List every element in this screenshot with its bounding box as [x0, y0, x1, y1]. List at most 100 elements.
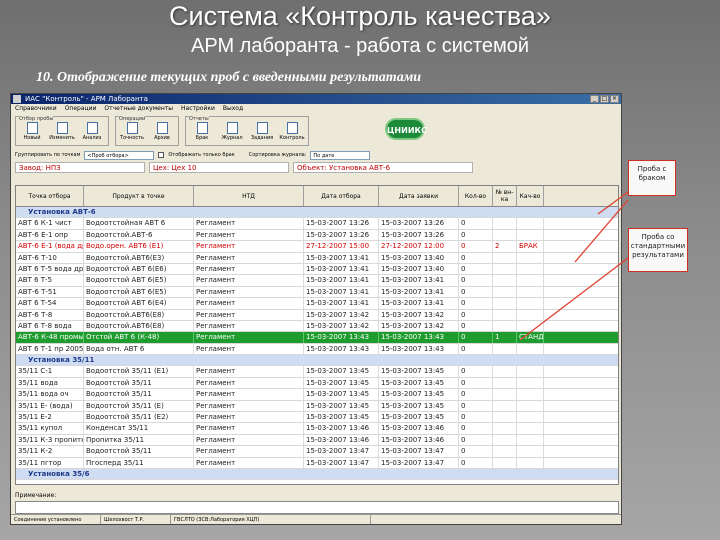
- table-row[interactable]: 35/11 вода Водоотстой 35/11 Регламент 15-03…: [16, 377, 618, 390]
- table-cell: [493, 252, 517, 263]
- table-row[interactable]: АВТ 6 Т-1 пр 2005 Вода отн. АВТ 6 Регламен…: [16, 343, 618, 356]
- table-cell: АВТ-6 К-48 промыт: [18, 332, 84, 343]
- table-row[interactable]: АВТ 6 Т-5 вода др Водоотстой АВТ 6(Е6) Рег…: [16, 263, 618, 276]
- minimize-button[interactable]: _: [590, 95, 599, 103]
- menu-item-references[interactable]: Справочники: [15, 104, 57, 114]
- menu-item-exit[interactable]: Выход: [223, 104, 243, 114]
- table-row[interactable]: 35/11 С-1 Водоотстой 35/11 (Е1) Регламент 1…: [16, 366, 618, 378]
- journal-button[interactable]: Журнал: [218, 119, 246, 143]
- table-row[interactable]: 35/11 Е-2 Водоотстой 35/11 (Е2) Регламент 1…: [16, 412, 618, 424]
- group-by-select[interactable]: <Проб отбора>: [84, 150, 155, 160]
- table-cell: Водоотстой 35/11: [84, 446, 194, 457]
- archive-button[interactable]: Архив: [148, 119, 176, 143]
- table-cell: 35/11 пгтор: [16, 457, 84, 468]
- table-row[interactable]: 35/11 купол Конденсат 35/11 Регламент 15-03…: [16, 423, 618, 435]
- table-cell: 27-12-2007 12:00: [379, 241, 459, 252]
- table-row[interactable]: АВТ-6 Е-1 (вода др. Водо.орен. АВТ6 (Е1) Р…: [16, 241, 618, 253]
- table-cell: 0: [459, 377, 493, 389]
- toolbar-group-reports: Отчеты Брак Журнал Задания Контроль: [185, 116, 309, 146]
- maximize-button[interactable]: □: [600, 95, 609, 103]
- table-row[interactable]: АВТ 6 Т-8 вода Водоотстой.АВТ6(Е8) Регламе…: [16, 320, 618, 333]
- table-cell: [493, 400, 517, 412]
- column-header[interactable]: Дата отбора: [304, 186, 379, 206]
- column-header[interactable]: Продукт в точке: [84, 186, 194, 206]
- sort-select[interactable]: По дате: [310, 150, 371, 160]
- table-row[interactable]: АВТ-6 Т-10 Водоотстой.АВТ6(Е3) Регламент 15…: [16, 252, 618, 264]
- group-row[interactable]: Установка АВТ-6: [16, 207, 618, 219]
- defect-only-checkbox[interactable]: [158, 152, 165, 158]
- table-cell: 35/11 вода оч: [16, 389, 84, 400]
- status-connection: Соединение установлено: [11, 515, 101, 524]
- table-cell: [493, 218, 517, 229]
- table-row[interactable]: 35/11 Е- (вода) Водоотстой 35/11 (Е) Регла…: [16, 400, 618, 413]
- table-cell: [493, 263, 517, 275]
- table-cell: 15-03-2007 13:45: [304, 400, 379, 412]
- table-cell: Водоотстой АВТ 6(Е6): [84, 263, 194, 275]
- group-row[interactable]: Установка 35/11: [16, 355, 618, 367]
- table-cell: 15-03-2007 13:43: [379, 332, 459, 343]
- column-header[interactable]: Кач-во: [517, 186, 544, 206]
- table-cell: 0: [459, 412, 493, 423]
- table-row[interactable]: АВТ-6 К-48 промыт Отстой АВТ 6 (К-48) Регл…: [16, 332, 618, 344]
- table-cell: 0: [459, 400, 493, 412]
- tasks-button[interactable]: Задания: [248, 119, 276, 143]
- table-cell: Водоотстой 35/11: [84, 377, 194, 389]
- group-row[interactable]: Установка 35/6: [16, 468, 618, 481]
- table-cell: 0: [459, 366, 493, 377]
- table-row[interactable]: 35/11 К-2 Водоотстой 35/11 Регламент 15-03-…: [16, 446, 618, 458]
- table-cell: Водоотстой 35/11 (Е2): [84, 412, 194, 423]
- table-cell: Водо.орен. АВТ6 (Е1): [84, 241, 194, 252]
- table-cell: Регламент: [194, 309, 304, 320]
- table-cell: 27-12-2007 15:00: [304, 241, 379, 252]
- remark-field[interactable]: [15, 501, 619, 514]
- table-cell: Регламент: [194, 286, 304, 298]
- table-row[interactable]: АВТ 6 Т-5 Водоотстой АВТ 6(Е5) Регламент 15…: [16, 275, 618, 287]
- table-cell: Регламент: [194, 252, 304, 263]
- table-cell: 15-03-2007 13:26: [304, 229, 379, 241]
- table-row[interactable]: АВТ-6 Т-51 Водоотстой АВТ 6(Е5) Регламент 1…: [16, 286, 618, 299]
- menu-item-reports[interactable]: Отчетные документы: [104, 104, 173, 114]
- close-button[interactable]: ×: [610, 95, 619, 103]
- table-row[interactable]: АВТ 6 Т-54 Водоотстой АВТ 6(Е4) Регламент 1…: [16, 298, 618, 310]
- table-cell: [517, 377, 544, 389]
- group-title: Установка 35/6: [28, 469, 90, 478]
- group-title: Установка АВТ-6: [28, 208, 96, 216]
- table-cell: 15-03-2007 13:45: [304, 366, 379, 377]
- analysis-button[interactable]: Анализ: [78, 119, 106, 143]
- accuracy-button[interactable]: Точность: [118, 119, 146, 143]
- table-cell: 35/11 К-3 пропитка: [18, 434, 84, 446]
- table-cell: 0: [459, 263, 493, 275]
- table-cell: Вода отн. АВТ 6: [84, 343, 194, 355]
- menu-item-settings[interactable]: Настройки: [181, 104, 215, 114]
- callout-standard: Проба со стандартными результатами: [628, 228, 688, 272]
- column-header[interactable]: Дата заявки: [379, 186, 459, 206]
- table-row[interactable]: АВТ-6 Е-1 опр Водоотстой.АВТ-6 Регламент 15…: [16, 229, 618, 242]
- remark-label: Примечание:: [15, 492, 57, 499]
- table-row[interactable]: АВТ 6 К-1 чист Водоотстойная АВТ 6 Регламе…: [16, 218, 618, 230]
- table-cell: Регламент: [194, 423, 304, 434]
- table-cell: 15-03-2007 13:40: [379, 252, 459, 263]
- table-cell: 15-03-2007 13:41: [304, 286, 379, 298]
- app-window: ИАС "Контроль" - АРМ Лаборанта _ □ × Спр…: [10, 93, 622, 525]
- column-header[interactable]: № вн-ка: [493, 186, 517, 206]
- control-button[interactable]: Контроль: [278, 119, 306, 143]
- table-cell: Регламент: [194, 343, 304, 355]
- table-cell: СТАНД: [519, 332, 544, 343]
- table-cell: 0: [459, 241, 493, 252]
- toolbar-group-label: Отбор пробы: [19, 116, 54, 122]
- table-cell: 15-03-2007 13:46: [379, 434, 459, 446]
- column-header[interactable]: Кол-во: [459, 186, 493, 206]
- table-row[interactable]: 35/11 К-3 пропитка Пропитка 35/11 Регламен…: [16, 434, 618, 447]
- column-header[interactable]: НТД: [194, 186, 304, 206]
- edit-button[interactable]: Изменить: [48, 119, 76, 143]
- column-header[interactable]: Точка отбора: [16, 186, 84, 206]
- table-cell: 15-03-2007 13:41: [379, 298, 459, 309]
- table-row[interactable]: 35/11 вода оч Водоотстой 35/11 Регламент 15…: [16, 389, 618, 401]
- table-row[interactable]: АВТ-6 Т-8 Водоотстой.АВТ6(Е8) Регламент 15-…: [16, 309, 618, 321]
- defect-button[interactable]: Брак: [188, 119, 216, 143]
- table-row[interactable]: 35/11 пгтор Пгосперд 35/11 Регламент 15-03-…: [16, 457, 618, 469]
- table-cell: [493, 298, 517, 309]
- menu-item-operations[interactable]: Операции: [65, 104, 97, 114]
- table-cell: 15-03-2007 13:45: [379, 400, 459, 412]
- new-button[interactable]: Новый: [18, 119, 46, 143]
